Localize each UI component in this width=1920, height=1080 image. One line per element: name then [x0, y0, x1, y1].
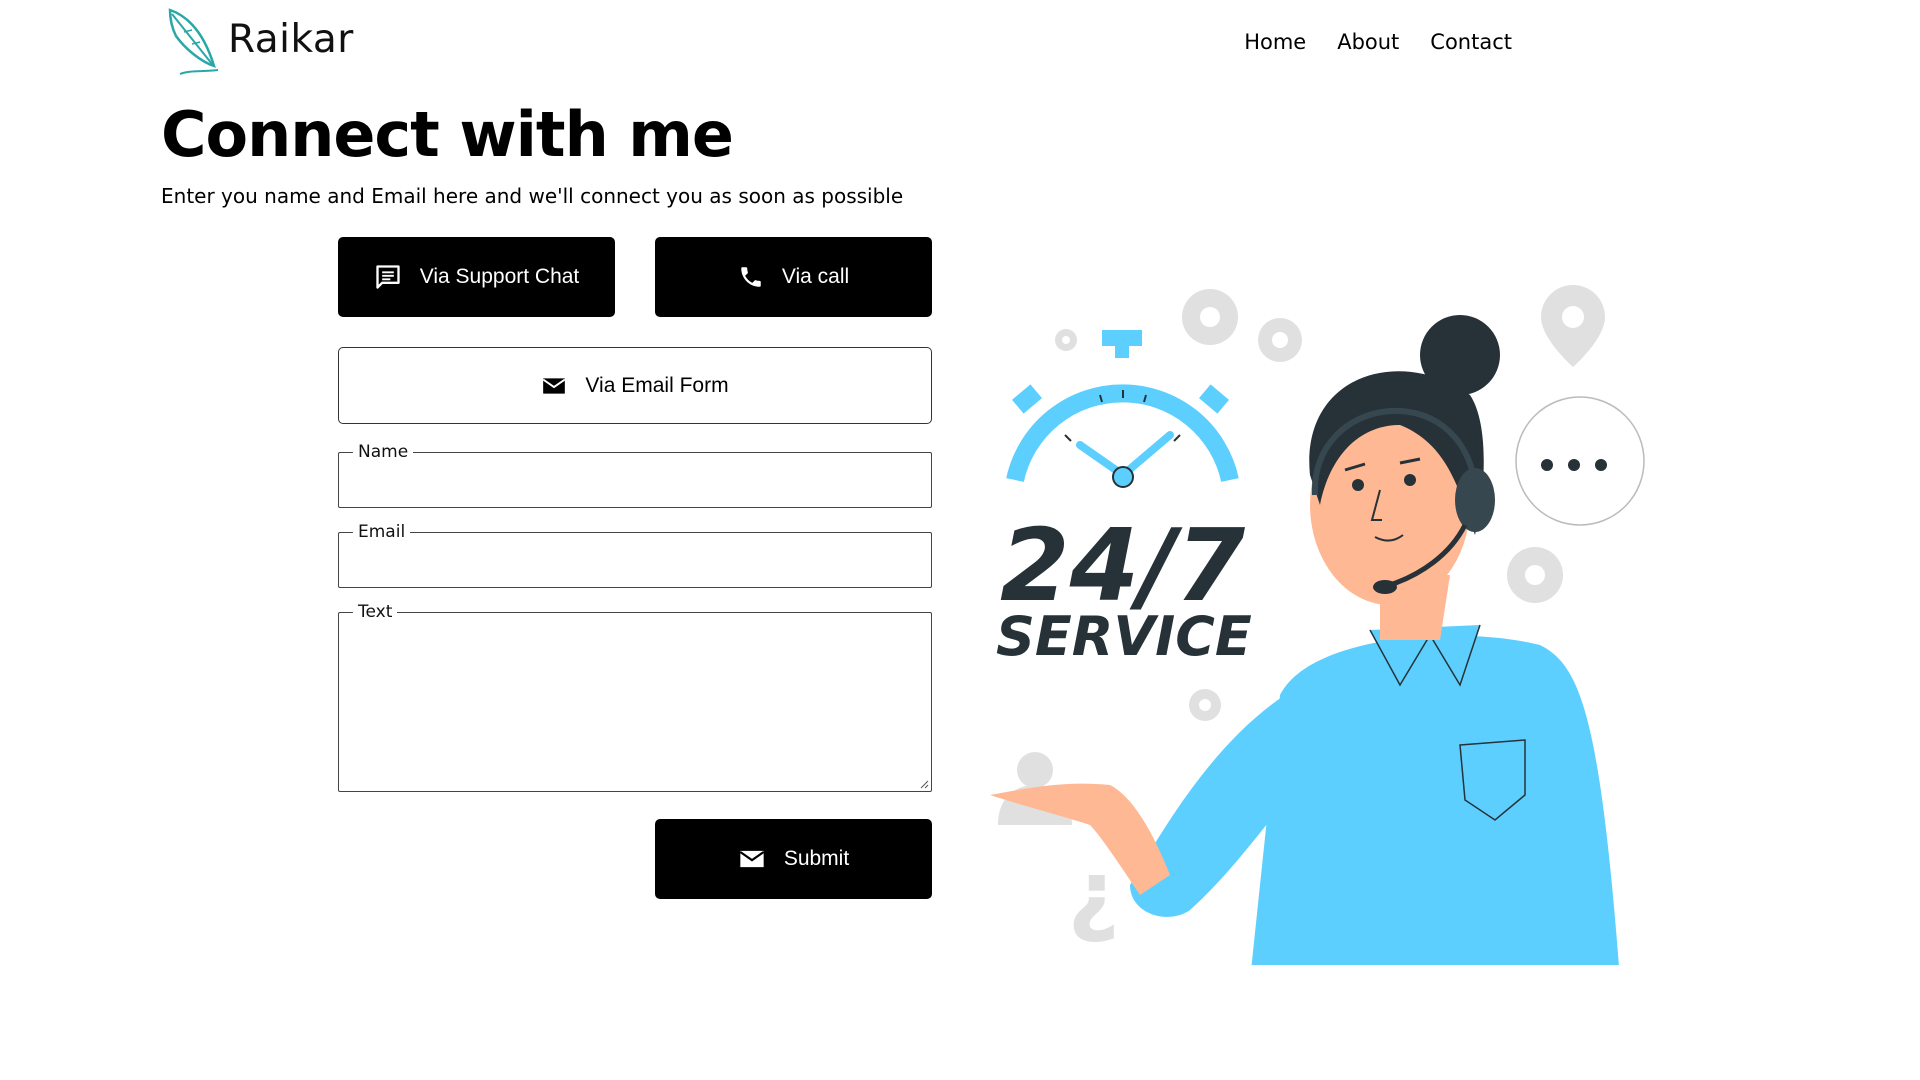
stopwatch-icon — [1006, 330, 1239, 488]
text-input[interactable] — [339, 622, 931, 786]
email-form-button[interactable]: Via Email Form — [338, 347, 932, 424]
nav-contact[interactable]: Contact — [1430, 30, 1512, 54]
page-title: Connect with me — [161, 98, 734, 171]
resize-handle-icon[interactable] — [919, 779, 929, 789]
support-chat-button[interactable]: Via Support Chat — [338, 237, 615, 317]
feather-logo-icon — [168, 8, 219, 75]
name-label: Name — [358, 442, 409, 462]
logo-text: Raikar — [228, 16, 354, 62]
nav-about[interactable]: About — [1337, 30, 1399, 54]
main-nav: Home About Contact — [1244, 30, 1512, 54]
envelope-icon — [739, 850, 765, 868]
call-label: Via call — [781, 265, 850, 288]
customer-service-illustration: ? 24/7 SERVICE — [990, 285, 1645, 965]
phone-icon — [741, 267, 761, 287]
envelope-icon — [543, 377, 566, 394]
speech-bubble-icon — [1515, 396, 1645, 526]
email-input[interactable] — [339, 542, 931, 584]
chat-icon — [376, 265, 400, 289]
email-field: Email — [338, 522, 932, 588]
support-chat-label: Via Support Chat — [419, 265, 580, 288]
name-input[interactable] — [339, 462, 931, 504]
name-field: Name — [338, 442, 932, 508]
text-label: Text — [358, 602, 393, 622]
email-form-label: Via Email Form — [585, 373, 729, 397]
submit-button[interactable]: Submit — [655, 819, 932, 899]
call-button[interactable]: Via call — [655, 237, 932, 317]
email-label: Email — [358, 522, 406, 542]
submit-label: Submit — [783, 847, 850, 870]
text-field: Text — [338, 602, 932, 792]
page-subtitle: Enter you name and Email here and we'll … — [161, 184, 904, 208]
nav-home[interactable]: Home — [1244, 30, 1306, 54]
question-mark-icon: ? — [1068, 853, 1120, 958]
service-label-text: SERVICE — [996, 605, 1252, 668]
logo[interactable]: Raikar — [162, 6, 354, 80]
